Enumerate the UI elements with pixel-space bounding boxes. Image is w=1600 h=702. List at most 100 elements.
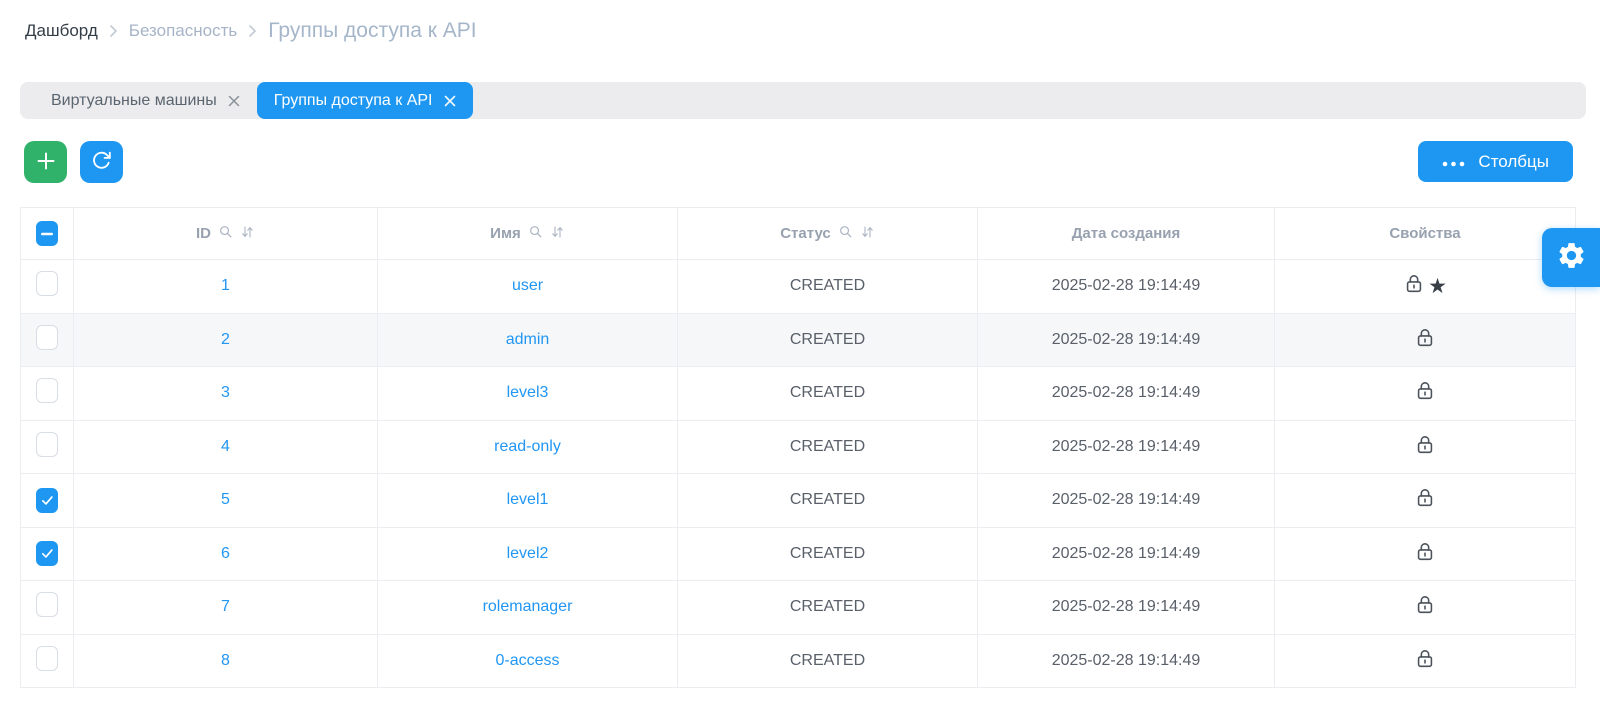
row-properties-cell <box>1275 634 1576 688</box>
columns-button[interactable]: Столбцы <box>1418 141 1573 182</box>
breadcrumb-item-dashboard[interactable]: Дашборд <box>25 21 98 41</box>
row-status: CREATED <box>678 367 978 421</box>
plus-icon <box>36 151 56 174</box>
chevron-right-icon <box>248 24 257 38</box>
lock-icon <box>1414 379 1436 407</box>
row-properties-cell <box>1275 474 1576 528</box>
column-header-name[interactable]: Имя <box>378 208 678 260</box>
row-status: CREATED <box>678 634 978 688</box>
select-all-checkbox[interactable] <box>36 221 58 246</box>
tab-bar: Виртуальные машины Группы доступа к API <box>20 82 1586 119</box>
row-name-link[interactable]: level2 <box>507 545 549 562</box>
row-status: CREATED <box>678 474 978 528</box>
row-id-link[interactable]: 5 <box>221 491 230 508</box>
row-checkbox-cell <box>21 474 74 528</box>
column-label: Свойства <box>1389 225 1460 242</box>
add-button[interactable] <box>24 141 67 183</box>
row-checkbox-cell <box>21 367 74 421</box>
search-icon[interactable] <box>528 224 543 243</box>
column-label: ID <box>196 225 211 242</box>
row-created-date: 2025-02-28 19:14:49 <box>978 367 1275 421</box>
breadcrumb-item-current: Группы доступа к API <box>268 19 476 43</box>
row-id-link[interactable]: 3 <box>221 384 230 401</box>
row-name-link[interactable]: user <box>512 277 543 294</box>
sort-icon[interactable] <box>550 224 565 244</box>
row-id-link[interactable]: 8 <box>221 652 230 669</box>
chevron-right-icon <box>109 24 118 38</box>
row-created-date: 2025-02-28 19:14:49 <box>978 313 1275 367</box>
column-label: Имя <box>490 225 521 242</box>
lock-icon <box>1403 272 1425 300</box>
row-checkbox-cell <box>21 634 74 688</box>
row-status: CREATED <box>678 420 978 474</box>
row-properties-cell <box>1275 581 1576 635</box>
row-checkbox[interactable] <box>36 432 58 457</box>
column-header-status[interactable]: Статус <box>678 208 978 260</box>
row-id-link[interactable]: 2 <box>221 331 230 348</box>
sort-icon[interactable] <box>860 224 875 244</box>
column-header-created: Дата создания <box>978 208 1275 260</box>
row-checkbox[interactable] <box>36 646 58 671</box>
lock-icon <box>1414 486 1436 514</box>
row-id-link[interactable]: 4 <box>221 438 230 455</box>
tab-label: Виртуальные машины <box>51 92 217 110</box>
row-created-date: 2025-02-28 19:14:49 <box>978 420 1275 474</box>
sort-icon[interactable] <box>240 224 255 244</box>
row-properties-cell <box>1275 420 1576 474</box>
refresh-button[interactable] <box>80 141 123 183</box>
row-created-date: 2025-02-28 19:14:49 <box>978 634 1275 688</box>
gear-icon <box>1556 240 1587 276</box>
row-name-link[interactable]: level3 <box>507 384 549 401</box>
ellipsis-icon <box>1442 152 1465 172</box>
lock-icon <box>1414 593 1436 621</box>
row-checkbox[interactable] <box>36 378 58 403</box>
row-status: CREATED <box>678 260 978 314</box>
row-properties-cell: ★ <box>1275 260 1576 314</box>
search-icon[interactable] <box>218 224 233 243</box>
row-created-date: 2025-02-28 19:14:49 <box>978 527 1275 581</box>
row-name-link[interactable]: admin <box>506 331 550 348</box>
table-row: 7 rolemanager CREATED 2025-02-28 19:14:4… <box>21 581 1576 635</box>
star-icon: ★ <box>1428 276 1447 297</box>
table-row: 8 0-access CREATED 2025-02-28 19:14:49 <box>21 634 1576 688</box>
api-groups-table: ID Имя Статус Дата <box>20 207 1576 688</box>
row-name-link[interactable]: read-only <box>494 438 561 455</box>
row-created-date: 2025-02-28 19:14:49 <box>978 581 1275 635</box>
row-name-link[interactable]: level1 <box>507 491 549 508</box>
row-properties-cell <box>1275 527 1576 581</box>
row-checkbox[interactable] <box>36 488 58 513</box>
row-checkbox-cell <box>21 581 74 635</box>
settings-flyout-button[interactable] <box>1542 228 1600 287</box>
close-icon[interactable] <box>228 95 240 107</box>
row-checkbox[interactable] <box>36 271 58 296</box>
row-properties-cell <box>1275 313 1576 367</box>
row-id-link[interactable]: 6 <box>221 545 230 562</box>
row-status: CREATED <box>678 581 978 635</box>
row-checkbox-cell <box>21 527 74 581</box>
row-name-link[interactable]: 0-access <box>495 652 559 669</box>
tab-api-access-groups[interactable]: Группы доступа к API <box>257 82 473 119</box>
table-row: 6 level2 CREATED 2025-02-28 19:14:49 <box>21 527 1576 581</box>
table-header-row: ID Имя Статус Дата <box>21 208 1576 260</box>
column-label: Дата создания <box>1072 225 1181 242</box>
row-checkbox[interactable] <box>36 325 58 350</box>
table-row: 3 level3 CREATED 2025-02-28 19:14:49 <box>21 367 1576 421</box>
columns-button-label: Столбцы <box>1478 152 1549 172</box>
row-name-link[interactable]: rolemanager <box>483 598 573 615</box>
breadcrumb: Дашборд Безопасность Группы доступа к AP… <box>25 19 477 43</box>
row-checkbox[interactable] <box>36 541 58 566</box>
column-header-id[interactable]: ID <box>74 208 378 260</box>
row-id-link[interactable]: 7 <box>221 598 230 615</box>
breadcrumb-item-security[interactable]: Безопасность <box>129 21 237 41</box>
tab-virtual-machines[interactable]: Виртуальные машины <box>34 82 257 119</box>
close-icon[interactable] <box>444 95 456 107</box>
lock-icon <box>1414 326 1436 354</box>
row-checkbox[interactable] <box>36 592 58 617</box>
row-status: CREATED <box>678 527 978 581</box>
select-all-cell <box>21 208 74 260</box>
column-label: Статус <box>780 225 831 242</box>
row-properties-cell <box>1275 367 1576 421</box>
lock-icon <box>1414 647 1436 675</box>
search-icon[interactable] <box>838 224 853 243</box>
row-id-link[interactable]: 1 <box>221 277 230 294</box>
